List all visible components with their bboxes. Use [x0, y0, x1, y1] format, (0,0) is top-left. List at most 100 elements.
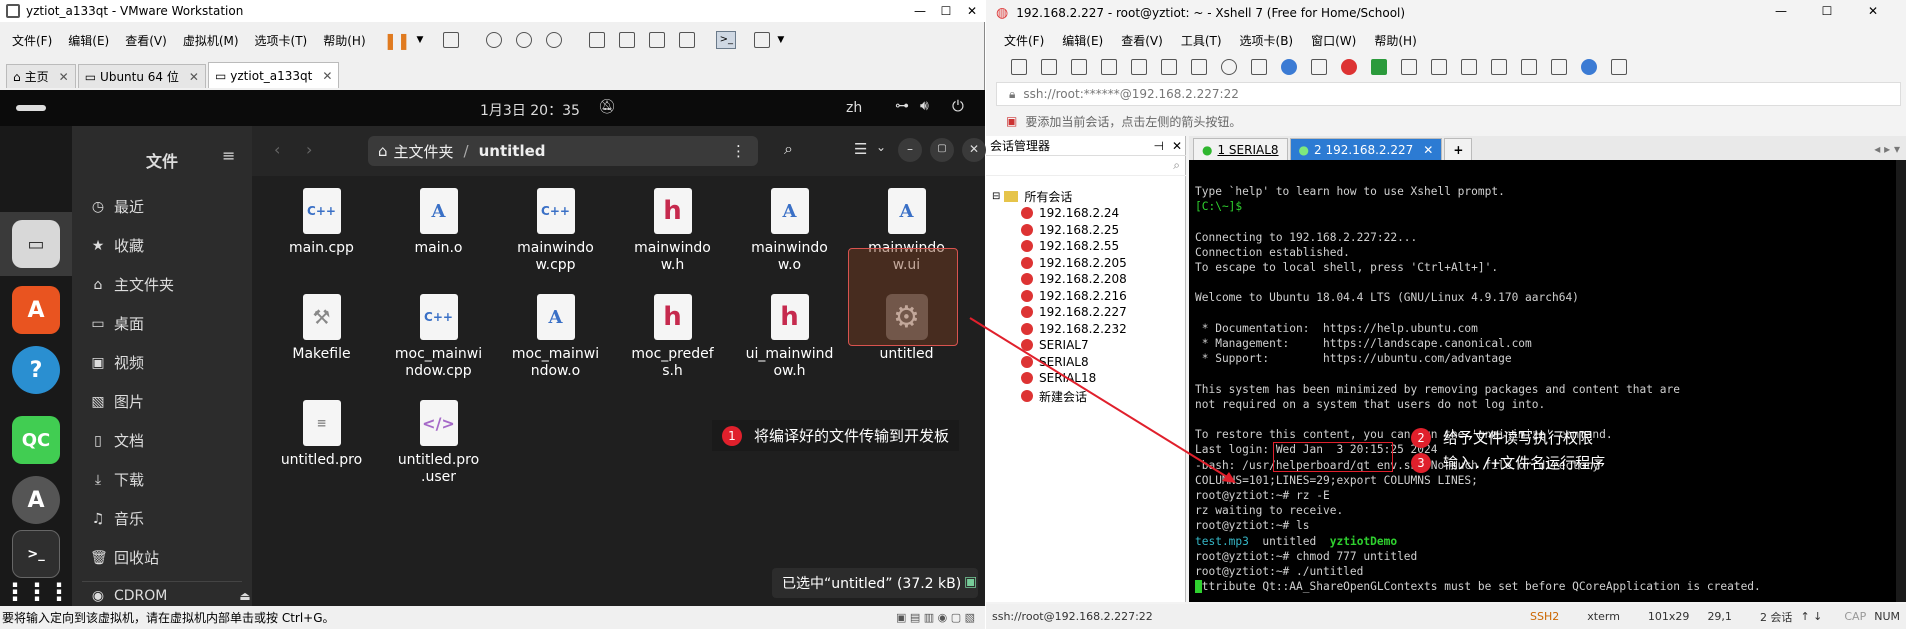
close-tab-icon[interactable]: ✕	[189, 70, 199, 84]
menu-tabs[interactable]: 选项卡(B)	[1240, 32, 1294, 49]
back-icon[interactable]: ‹	[274, 140, 280, 159]
session-item[interactable]: 192.168.2.55	[1021, 239, 1119, 253]
menu-vm[interactable]: 虚拟机(M)	[183, 32, 239, 49]
vmware-tools-icon[interactable]: ▣	[964, 574, 977, 590]
path-current[interactable]: untitled	[479, 142, 546, 160]
sidebar-item-cdrom[interactable]: ◉ CDROM ⏏	[90, 588, 251, 604]
library-view-icon[interactable]	[589, 32, 606, 48]
file-item[interactable]: h moc_predef s.h	[615, 294, 730, 380]
layout-icon[interactable]	[1551, 59, 1567, 75]
tab-nav-icons[interactable]: ◂ ▸ ▾	[1874, 142, 1900, 156]
close-icon[interactable]: ✕	[959, 0, 985, 22]
path-home[interactable]: 主文件夹	[394, 141, 454, 162]
terminal-scrollbar[interactable]	[1896, 160, 1906, 602]
file-item[interactable]: ⚒ Makefile	[264, 294, 379, 363]
search-icon[interactable]: ⌕	[784, 139, 793, 159]
sidebar-menu-icon[interactable]: ≡	[222, 146, 235, 165]
session-search[interactable]: ⌕	[986, 158, 1186, 176]
fullscreen-icon[interactable]	[1401, 59, 1417, 75]
app-installer-icon[interactable]: A	[12, 476, 60, 524]
menu-tabs[interactable]: 选项卡(T)	[255, 32, 308, 49]
view-options-icon[interactable]: ⌄	[876, 140, 886, 154]
stretch-dropdown-icon[interactable]: ▼	[777, 35, 784, 45]
qt-creator-icon[interactable]: QC	[12, 416, 60, 464]
tab-serial8[interactable]: ● 1 SERIAL8	[1193, 138, 1288, 160]
menu-edit[interactable]: 编辑(E)	[68, 32, 109, 49]
find-icon[interactable]	[1221, 59, 1237, 75]
sidebar-item-pictures[interactable]: ▧ 图片	[90, 391, 144, 412]
sidebar-item-videos[interactable]: ▣ 视频	[90, 352, 144, 373]
power-icon[interactable]: ⏻	[952, 97, 964, 115]
menu-file[interactable]: 文件(F)	[1004, 32, 1044, 49]
session-item[interactable]: 192.168.2.227	[1021, 305, 1127, 319]
tab-yztiot[interactable]: ▭ yztiot_a133qt ✕	[207, 62, 340, 88]
window-maximize-icon[interactable]: ▢	[930, 138, 954, 162]
eject-icon[interactable]: ⏏	[239, 589, 250, 603]
send-ctrl-alt-del-icon[interactable]	[443, 32, 460, 48]
tab-192-168-2-227[interactable]: ● 2 192.168.2.227 ✕	[1289, 138, 1443, 160]
window-close-icon[interactable]: ✕	[962, 138, 986, 162]
menu-view[interactable]: 查看(V)	[1121, 32, 1163, 49]
menu-help[interactable]: 帮助(H)	[323, 32, 365, 49]
address-bar[interactable]: 🔒︎ ssh://root:******@192.168.2.227:22	[996, 82, 1901, 106]
session-item[interactable]: SERIAL18	[1021, 371, 1096, 385]
status-sessions[interactable]: 2 会话	[1760, 609, 1793, 625]
session-item[interactable]: SERIAL8	[1021, 355, 1089, 369]
revert-snapshot-icon[interactable]	[516, 32, 533, 48]
help-icon[interactable]	[1581, 59, 1597, 75]
paste-icon[interactable]	[1191, 59, 1207, 75]
fullscreen-icon[interactable]	[649, 32, 666, 48]
snapshot-manager-icon[interactable]	[546, 32, 563, 48]
terminal-icon[interactable]: >_	[12, 530, 60, 578]
file-item[interactable]: Amain.o	[381, 188, 496, 257]
snapshot-icon[interactable]	[486, 32, 503, 48]
pause-dropdown-icon[interactable]: ▼	[416, 35, 423, 45]
new-session-icon[interactable]	[1011, 59, 1027, 75]
menu-view[interactable]: 查看(V)	[125, 32, 167, 49]
sidebar-item-downloads[interactable]: ⤓ 下载	[90, 469, 144, 490]
file-item[interactable]: Amoc_mainwi ndow.o	[498, 294, 613, 380]
file-item[interactable]: h ui_mainwind ow.h	[732, 294, 847, 380]
show-apps-icon[interactable]: ⋮⋮⋮	[3, 578, 71, 606]
menu-edit[interactable]: 编辑(E)	[1062, 32, 1103, 49]
session-item[interactable]: 192.168.2.25	[1021, 223, 1119, 237]
sidebar-item-starred[interactable]: ★ 收藏	[90, 235, 144, 256]
file-item[interactable]: </> untitled.pro .user	[381, 400, 496, 486]
bookmark-icon[interactable]: ▣	[1006, 114, 1017, 128]
sidebar-item-recent[interactable]: ◷ 最近	[90, 196, 144, 217]
address-text[interactable]: ssh://root:******@192.168.2.227:22	[1023, 87, 1238, 101]
file-item[interactable]: C++ mainwindo w.cpp	[498, 188, 613, 274]
path-bar[interactable]: ⌂ 主文件夹 / untitled ⋮	[368, 136, 758, 166]
session-item[interactable]: 192.168.2.216	[1021, 289, 1127, 303]
new-tab-button[interactable]: +	[1444, 138, 1473, 160]
collapse-icon[interactable]: ⊟	[992, 191, 1000, 202]
font-icon[interactable]	[1311, 59, 1327, 75]
sidebar-item-documents[interactable]: ▯ 文档	[90, 430, 144, 451]
help-icon[interactable]: ?	[12, 346, 60, 394]
software-center-icon[interactable]: A	[12, 286, 60, 334]
xftp-icon[interactable]	[1341, 59, 1357, 75]
window-minimize-icon[interactable]: –	[898, 138, 922, 162]
file-item[interactable]: C++ moc_mainwi ndow.cpp	[381, 294, 496, 380]
file-item[interactable]: h mainwindo w.h	[615, 188, 730, 274]
terminal[interactable]: Type `help' to learn how to use Xshell p…	[1189, 160, 1906, 602]
ubuntu-desktop[interactable]: 1月3日 20：35 🔕︎ zh ⊶ 🔊︎ ⏻ ▭ A ? QC A >_ ⋮⋮…	[0, 90, 986, 606]
tab-ubuntu[interactable]: ▭ Ubuntu 64 位 ✕	[77, 64, 206, 88]
activities-pill-icon[interactable]	[16, 105, 46, 111]
forward-icon[interactable]: ›	[306, 140, 312, 159]
session-item[interactable]: 192.168.2.205	[1021, 256, 1127, 270]
thumbnail-view-icon[interactable]	[619, 32, 636, 48]
close-icon[interactable]: ✕	[1850, 0, 1896, 22]
session-item[interactable]: 192.168.2.208	[1021, 272, 1127, 286]
device-icons[interactable]: ▣ ▤ ▥ ◉ ▢ ▧	[896, 611, 975, 624]
close-tab-icon[interactable]: ✕	[1423, 143, 1433, 157]
menu-tools[interactable]: 工具(T)	[1181, 32, 1222, 49]
chat-icon[interactable]	[1611, 59, 1627, 75]
view-list-icon[interactable]: ☰	[854, 140, 867, 158]
menu-file[interactable]: 文件(F)	[12, 32, 52, 49]
maximize-icon[interactable]: ☐	[933, 0, 959, 22]
path-menu-icon[interactable]: ⋮	[731, 142, 746, 160]
sidebar-item-desktop[interactable]: ▭ 桌面	[90, 313, 144, 334]
connect-icon[interactable]	[1071, 59, 1087, 75]
script-icon[interactable]	[1521, 59, 1537, 75]
